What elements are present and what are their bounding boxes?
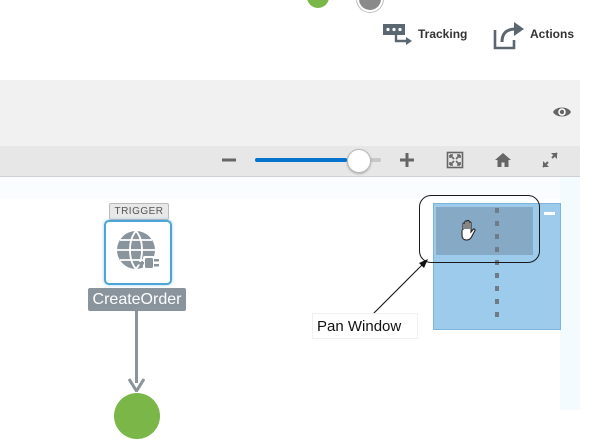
minus-icon[interactable] <box>220 151 238 169</box>
zoom-slider-fill <box>255 158 348 162</box>
section-header <box>0 80 580 147</box>
canvas-right-edge <box>560 177 580 410</box>
zoom-slider-thumb[interactable] <box>347 149 372 173</box>
tracking-button[interactable]: Tracking <box>382 16 467 52</box>
trigger-badge: TRIGGER <box>109 203 169 220</box>
share-arrow-icon <box>493 22 524 50</box>
callout-highlight <box>419 195 540 263</box>
eye-icon[interactable] <box>552 104 572 120</box>
pan-window-collapse-button[interactable] <box>544 212 555 215</box>
expand-icon[interactable] <box>541 151 559 169</box>
home-icon[interactable] <box>494 151 512 169</box>
next-node[interactable] <box>114 393 160 439</box>
zoom-slider[interactable] <box>255 149 381 173</box>
connector-arrow-icon <box>128 378 145 392</box>
callout-label: Pan Window <box>312 313 418 339</box>
actions-label: Actions <box>530 27 575 41</box>
callout-pointer <box>371 259 428 316</box>
tracking-icon <box>383 24 412 45</box>
plus-icon[interactable] <box>398 151 416 169</box>
actions-button[interactable]: Actions <box>492 16 574 52</box>
vertical-scrollbar[interactable] <box>580 0 592 410</box>
flow-connector <box>135 311 138 383</box>
globe-plug-icon <box>117 230 159 270</box>
tracking-label: Tracking <box>418 27 468 41</box>
fit-to-screen-icon[interactable] <box>446 151 464 169</box>
node-label[interactable]: CreateOrder <box>88 288 186 311</box>
trigger-node[interactable] <box>104 220 172 285</box>
